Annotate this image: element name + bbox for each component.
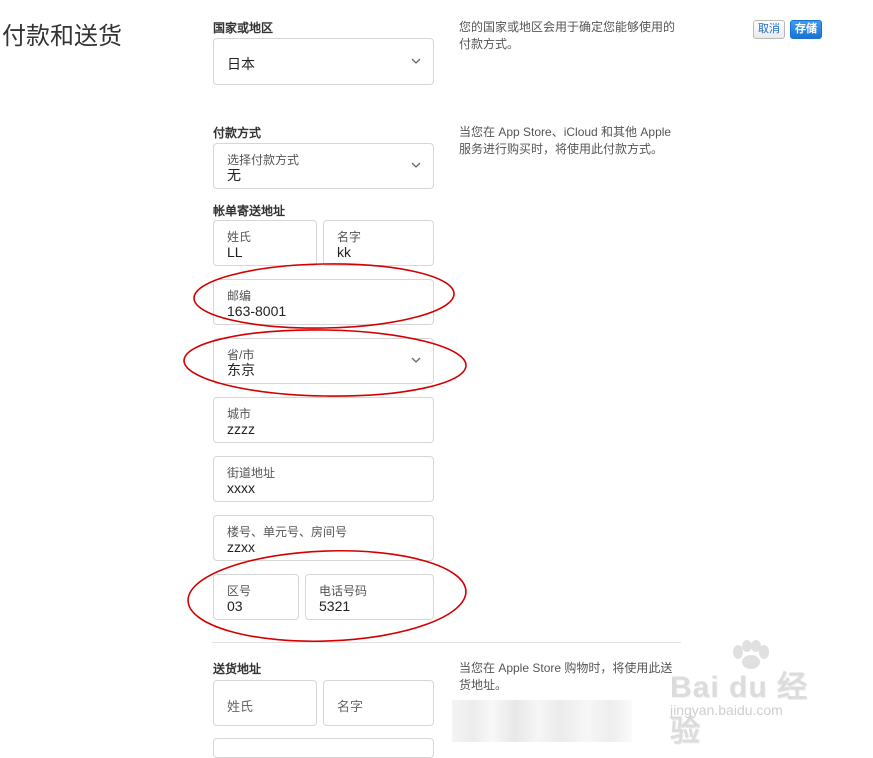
country-section-label: 国家或地区 xyxy=(213,21,274,35)
payment-method-select[interactable]: 选择付款方式 无 xyxy=(213,143,434,189)
page-title: 付款和送货 xyxy=(2,23,122,50)
field-value: LL xyxy=(227,244,243,260)
billing-postal-code-field[interactable]: 邮编 163-8001 xyxy=(213,279,434,325)
billing-section-label: 帐单寄送地址 xyxy=(213,204,286,218)
field-value: xxxx xyxy=(227,480,255,496)
payment-select-label: 选择付款方式 xyxy=(227,153,300,167)
save-button[interactable]: 存储 xyxy=(790,20,822,39)
payment-section-label: 付款方式 xyxy=(213,126,262,140)
billing-area-code-field[interactable]: 区号 03 xyxy=(213,574,299,620)
payment-help-text: 当您在 App Store、iCloud 和其他 Apple 服务进行购买时，将… xyxy=(459,124,684,158)
redacted-area xyxy=(452,700,632,742)
field-label: 名字 xyxy=(337,230,362,244)
shipping-first-name-field[interactable]: 名字 xyxy=(323,680,434,726)
cancel-button[interactable]: 取消 xyxy=(753,20,785,39)
field-placeholder: 姓氏 xyxy=(227,699,254,714)
section-divider xyxy=(212,642,681,643)
country-help-text: 您的国家或地区会用于确定您能够使用的 付款方式。 xyxy=(459,19,684,53)
billing-city-field[interactable]: 城市 zzzz xyxy=(213,397,434,443)
country-help-line: 您的国家或地区会用于确定您能够使用的 xyxy=(459,20,676,34)
field-label: 街道地址 xyxy=(227,466,276,480)
billing-phone-field[interactable]: 电话号码 5321 xyxy=(305,574,434,620)
field-placeholder: 名字 xyxy=(337,699,364,714)
field-value: kk xyxy=(337,244,351,260)
payment-help-line: 当您在 App Store、iCloud 和其他 Apple xyxy=(459,125,672,139)
field-value: 03 xyxy=(227,598,243,614)
shipping-section-label: 送货地址 xyxy=(213,662,262,676)
shipping-last-name-field[interactable]: 姓氏 xyxy=(213,680,317,726)
field-label: 区号 xyxy=(227,584,252,598)
field-label: 省/市 xyxy=(227,348,255,362)
chevron-down-icon xyxy=(411,356,421,364)
country-help-line: 付款方式。 xyxy=(459,37,520,51)
watermark: Bai du 经验 jingyan.baidu.com xyxy=(670,640,830,748)
field-label: 城市 xyxy=(227,407,252,421)
field-value: 5321 xyxy=(319,598,351,614)
billing-first-name-field[interactable]: 名字 kk xyxy=(323,220,434,266)
field-value: zzzz xyxy=(227,421,255,437)
watermark-url: jingyan.baidu.com xyxy=(670,702,783,718)
shipping-help-line: 当您在 Apple Store 购物时，将使用此送 xyxy=(459,661,673,675)
field-label: 邮编 xyxy=(227,289,252,303)
billing-prefecture-select[interactable]: 省/市 东京 xyxy=(213,338,434,384)
shipping-help-line: 货地址。 xyxy=(459,678,508,692)
field-value: 163-8001 xyxy=(227,303,287,319)
billing-last-name-field[interactable]: 姓氏 LL xyxy=(213,220,317,266)
field-label: 姓氏 xyxy=(227,230,252,244)
country-selected-value: 日本 xyxy=(227,56,255,72)
country-select[interactable]: 日本 xyxy=(213,38,434,85)
field-value: zzxx xyxy=(227,539,255,555)
field-label: 电话号码 xyxy=(319,584,368,598)
chevron-down-icon xyxy=(411,161,421,169)
shipping-next-field[interactable] xyxy=(213,738,434,758)
chevron-down-icon xyxy=(411,57,421,65)
payment-help-line: 服务进行购买时，将使用此付款方式。 xyxy=(459,142,664,156)
payment-selected-value: 无 xyxy=(227,167,241,183)
field-value: 东京 xyxy=(227,362,255,378)
field-label: 楼号、单元号、房间号 xyxy=(227,525,348,539)
billing-street-field[interactable]: 街道地址 xxxx xyxy=(213,456,434,502)
shipping-help-text: 当您在 Apple Store 购物时，将使用此送 货地址。 xyxy=(459,660,684,694)
billing-building-field[interactable]: 楼号、单元号、房间号 zzxx xyxy=(213,515,434,561)
annotation-circles xyxy=(183,263,467,643)
